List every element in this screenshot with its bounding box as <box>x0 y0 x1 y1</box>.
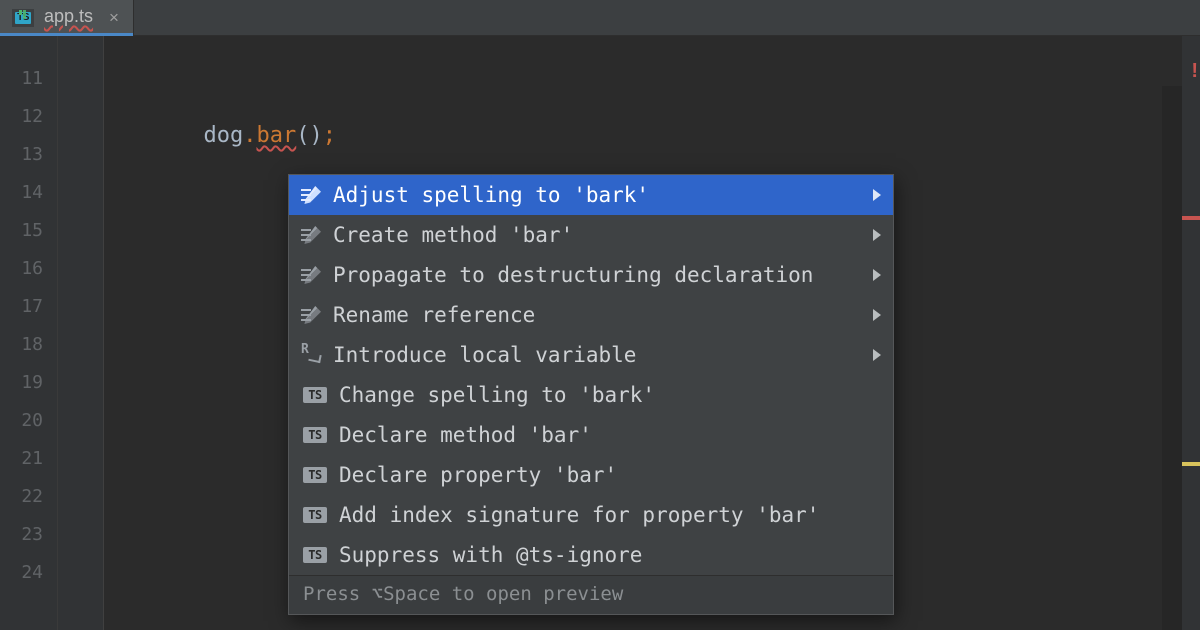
line-number-gutter: 1112131415161718192021222324 <box>0 36 58 630</box>
edit-icon <box>303 226 321 244</box>
line-number: 24 <box>0 554 57 592</box>
edit-icon <box>303 186 321 204</box>
intention-item[interactable]: Create method 'bar' <box>289 215 893 255</box>
tab-bar: TS app.ts × <box>0 0 1200 36</box>
intention-actions-popup: Adjust spelling to 'bark' Create method '… <box>288 174 894 615</box>
submenu-arrow-icon <box>873 349 881 361</box>
code-line-12: dog.bar(); <box>124 98 336 173</box>
intention-item[interactable]: Propagate to destructuring declaration <box>289 255 893 295</box>
intention-item-label: Declare method 'bar' <box>339 423 592 447</box>
popup-footer-hint: Press ⌥Space to open preview <box>289 575 893 614</box>
typescript-icon: TS <box>303 507 327 523</box>
intention-item[interactable]: Adjust spelling to 'bark' <box>289 175 893 215</box>
line-number: 20 <box>0 402 57 440</box>
close-tab-icon[interactable]: × <box>109 9 119 26</box>
edit-icon <box>303 266 321 284</box>
intention-item-label: Change spelling to 'bark' <box>339 383 655 407</box>
intention-item-label: Rename reference <box>333 303 535 327</box>
line-number: 12 <box>0 98 57 136</box>
refactor-icon <box>303 346 321 364</box>
tab-filename: app.ts <box>44 6 93 27</box>
intention-item[interactable]: TS Declare property 'bar' <box>289 455 893 495</box>
intention-item-label: Introduce local variable <box>333 343 636 367</box>
typescript-icon: TS <box>303 547 327 563</box>
typescript-icon: TS <box>303 427 327 443</box>
intention-item-label: Declare property 'bar' <box>339 463 617 487</box>
intention-item-label: Add index signature for property 'bar' <box>339 503 819 527</box>
intention-item[interactable]: TS Declare method 'bar' <box>289 415 893 455</box>
intention-item[interactable]: TS Change spelling to 'bark' <box>289 375 893 415</box>
line-number: 22 <box>0 478 57 516</box>
error-stripe-gutter: ! <box>1182 36 1200 630</box>
line-number: 11 <box>0 60 57 98</box>
typescript-file-icon: TS <box>12 9 34 27</box>
editor: 1112131415161718192021222324 dog.bar(); … <box>0 36 1200 630</box>
typescript-icon: TS <box>303 387 327 403</box>
intention-item-label: Adjust spelling to 'bark' <box>333 183 649 207</box>
line-number: 23 <box>0 516 57 554</box>
intention-item[interactable]: TS Suppress with @ts-ignore <box>289 535 893 575</box>
tab-app-ts[interactable]: TS app.ts × <box>0 0 134 35</box>
paren-pair: () <box>296 123 323 148</box>
dot-operator: . <box>243 123 256 148</box>
submenu-arrow-icon <box>873 309 881 321</box>
identifier-dog: dog <box>203 123 243 148</box>
code-area[interactable]: dog.bar(); Adjust spelling to 'bark' Crea… <box>104 36 1200 630</box>
intention-item-label: Propagate to destructuring declaration <box>333 263 813 287</box>
warning-stripe[interactable] <box>1182 462 1200 466</box>
line-number: 16 <box>0 250 57 288</box>
line-number: 14 <box>0 174 57 212</box>
error-stripe[interactable] <box>1182 216 1200 220</box>
line-number: 17 <box>0 288 57 326</box>
gutter-strip <box>58 36 104 630</box>
intention-item-label: Suppress with @ts-ignore <box>339 543 642 567</box>
line-number: 15 <box>0 212 57 250</box>
submenu-arrow-icon <box>873 229 881 241</box>
line-number: 13 <box>0 136 57 174</box>
submenu-arrow-icon <box>873 269 881 281</box>
line-number: 18 <box>0 326 57 364</box>
intention-item[interactable]: Rename reference <box>289 295 893 335</box>
typescript-icon: TS <box>303 467 327 483</box>
edit-icon <box>303 306 321 324</box>
error-indicator-icon[interactable]: ! <box>1191 60 1198 83</box>
intention-item-label: Create method 'bar' <box>333 223 573 247</box>
error-identifier-bar[interactable]: bar <box>256 123 296 148</box>
vertical-scrollbar[interactable] <box>1162 86 1182 630</box>
line-number: 19 <box>0 364 57 402</box>
submenu-arrow-icon <box>873 189 881 201</box>
semicolon: ; <box>323 123 336 148</box>
intention-item[interactable]: Introduce local variable <box>289 335 893 375</box>
intention-item[interactable]: TS Add index signature for property 'bar' <box>289 495 893 535</box>
line-number: 21 <box>0 440 57 478</box>
